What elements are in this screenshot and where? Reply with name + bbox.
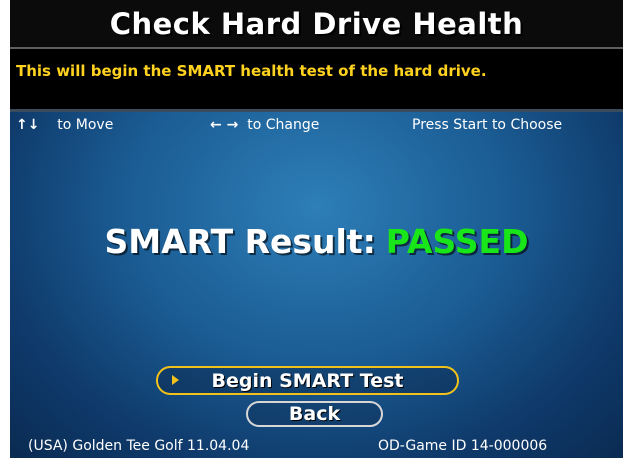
smart-result-status: PASSED <box>385 222 529 261</box>
game-id: OD-Game ID 14-000006 <box>378 438 548 454</box>
begin-smart-test-button[interactable]: Begin SMART Test <box>156 366 459 395</box>
info-description: This will begin the SMART health test of… <box>16 62 487 80</box>
page-title: Check Hard Drive Health <box>109 6 524 41</box>
controls-hint-row: ↑↓ to Move ← → to Change Press Start to … <box>10 116 623 138</box>
move-hint: ↑↓ to Move <box>16 117 113 133</box>
smart-result-label: SMART Result: <box>104 222 376 261</box>
smart-result: SMART Result: PASSED <box>10 222 623 261</box>
info-divider <box>10 109 623 112</box>
choose-hint: Press Start to Choose <box>412 117 563 133</box>
footer: (USA) Golden Tee Golf 11.04.04 OD-Game I… <box>10 436 623 458</box>
back-button-label: Back <box>288 403 341 425</box>
up-down-arrows-icon: ↑↓ <box>16 117 40 133</box>
change-hint: ← → to Change <box>210 117 319 133</box>
game-version-info: (USA) Golden Tee Golf 11.04.04 <box>28 438 250 454</box>
begin-smart-test-label: Begin SMART Test <box>211 369 404 392</box>
info-bar: This will begin the SMART health test of… <box>10 49 623 109</box>
move-hint-label: to Move <box>57 117 114 133</box>
back-button[interactable]: Back <box>246 401 383 427</box>
title-bar: Check Hard Drive Health <box>10 0 623 47</box>
right-triangle-icon <box>172 375 179 385</box>
left-right-arrows-icon: ← → <box>210 117 239 133</box>
game-screen: Check Hard Drive Health This will begin … <box>10 0 623 458</box>
change-hint-label: to Change <box>247 117 320 133</box>
